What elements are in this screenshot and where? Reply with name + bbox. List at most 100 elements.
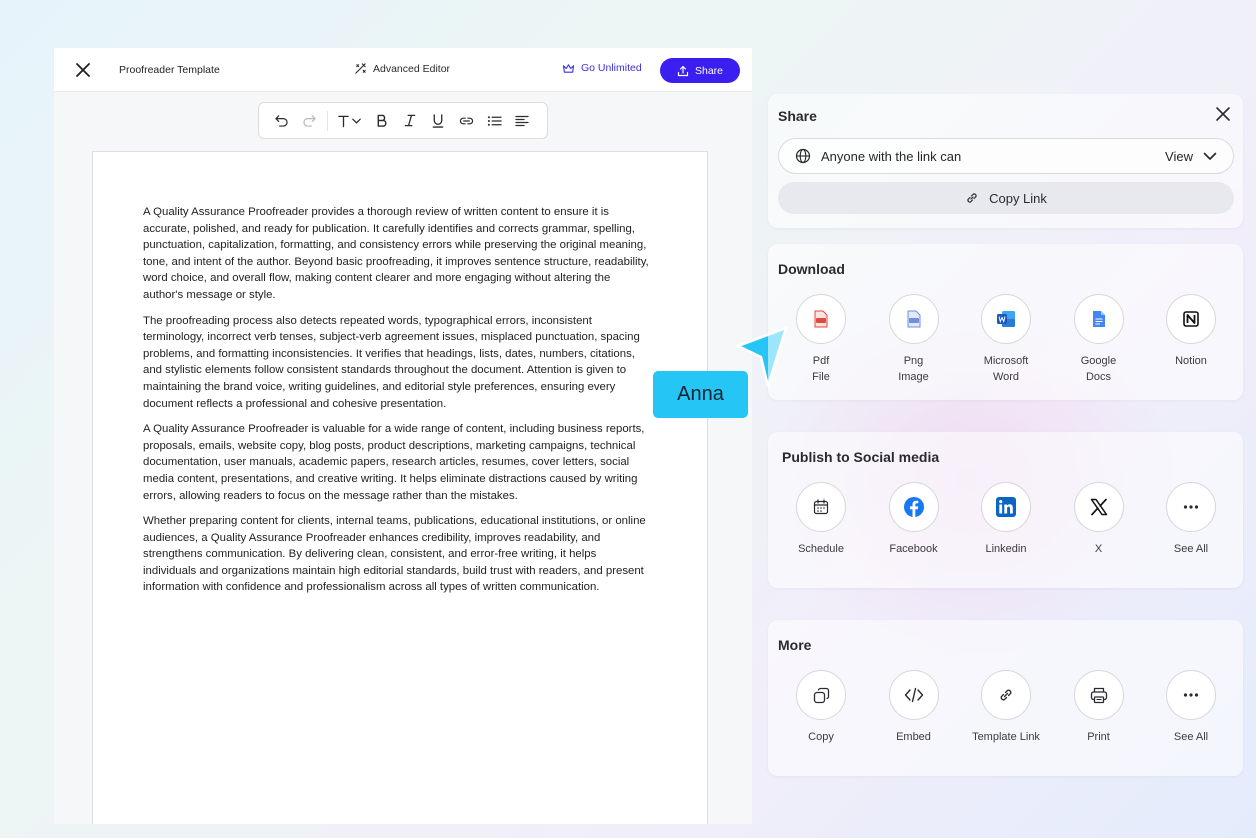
link-icon [459, 117, 473, 124]
bullet-list-icon [487, 115, 502, 126]
more-see-all-button[interactable]: See All [1166, 670, 1216, 745]
document-page[interactable]: A Quality Assurance Proofreader provides… [92, 151, 708, 824]
icon-circle [981, 482, 1031, 532]
bullet-list-button[interactable] [480, 109, 508, 133]
linkedin-icon [996, 497, 1016, 517]
collaborator-name: Anna [677, 383, 724, 405]
copy-link-button[interactable]: Copy Link [778, 182, 1234, 214]
italic-button[interactable] [396, 109, 424, 133]
editor-window: Proofreader Template Advanced Editor Go … [54, 48, 752, 824]
crown-icon [562, 63, 575, 73]
paragraph: A Quality Assurance Proofreader provides… [143, 206, 649, 301]
print-label: Print [1087, 731, 1110, 743]
copy-button[interactable]: Copy [796, 670, 846, 745]
pdf-file-icon [814, 310, 828, 328]
icon-circle [1073, 482, 1124, 532]
text-style-dropdown[interactable] [332, 109, 368, 133]
go-unlimited-label: Go Unlimited [581, 62, 642, 74]
link-access-label: Anyone with the link can [821, 148, 962, 164]
advanced-editor-button[interactable]: Advanced Editor [354, 62, 450, 75]
download-google-docs-button[interactable]: Google Docs [1073, 294, 1124, 385]
paragraph: A Quality Assurance Proofreader is valua… [143, 423, 645, 502]
link-access-value: View [1165, 148, 1193, 164]
icon-circle [1073, 294, 1124, 344]
close-icon[interactable] [74, 61, 92, 79]
more-see-all-label: See All [1173, 731, 1209, 743]
share-button-label: Share [694, 64, 724, 77]
link-icon [967, 193, 977, 203]
download-pdf-button[interactable]: Pdf File [796, 294, 846, 385]
toolbar-divider [327, 110, 328, 131]
more-panel: More Copy Embed Template Link Print See … [768, 620, 1243, 776]
download-notion-button[interactable]: Notion [1166, 294, 1216, 385]
icon-circle [1166, 294, 1216, 344]
microsoft-word-icon [997, 311, 1015, 327]
undo-button[interactable] [267, 109, 295, 133]
redo-icon [302, 115, 316, 127]
icon-circle [888, 670, 939, 720]
undo-icon [274, 115, 288, 127]
upload-icon [677, 65, 689, 76]
facebook-label: Facebook [889, 543, 938, 555]
document-body: A Quality Assurance Proofreader provides… [143, 204, 651, 605]
download-png-label: Png Image [898, 355, 929, 383]
linkedin-button[interactable]: Linkedin [981, 482, 1031, 557]
more-dots-icon [1183, 505, 1199, 509]
template-link-button[interactable]: Template Link [972, 670, 1040, 745]
download-png-button[interactable]: Png Image [888, 294, 939, 385]
share-button[interactable]: Share [660, 58, 740, 83]
social-see-all-button[interactable]: See All [1166, 482, 1216, 557]
download-options: Pdf File Png Image Microsoft Word Google… [796, 294, 1216, 385]
download-word-button[interactable]: Microsoft Word [981, 294, 1031, 385]
x-icon [1090, 498, 1107, 516]
share-panel-title: Share [778, 108, 817, 124]
redo-button[interactable] [295, 109, 323, 133]
bold-button[interactable] [368, 109, 396, 133]
document-title: Proofreader Template [119, 64, 220, 76]
icon-circle [981, 294, 1031, 344]
copy-icon [813, 687, 829, 703]
schedule-button[interactable]: Schedule [796, 482, 846, 557]
paragraph: The proofreading process also detects re… [143, 314, 640, 410]
embed-button[interactable]: Embed [888, 670, 939, 745]
embed-label: Embed [896, 731, 931, 743]
icon-circle [888, 294, 939, 344]
align-button[interactable] [508, 109, 536, 133]
globe-icon [795, 148, 811, 164]
social-options: Schedule Facebook Linkedin X See All [796, 482, 1216, 557]
notion-icon [1183, 311, 1199, 327]
close-icon[interactable] [1215, 106, 1231, 122]
icon-circle [796, 482, 846, 532]
magic-wand-icon [355, 63, 366, 74]
x-button[interactable]: X [1073, 482, 1124, 557]
facebook-button[interactable]: Facebook [888, 482, 939, 557]
align-left-icon [515, 115, 529, 126]
link-icon [1000, 689, 1012, 701]
schedule-label: Schedule [798, 543, 844, 555]
calendar-icon [813, 499, 829, 515]
copy-link-label: Copy Link [989, 190, 1047, 206]
link-access-select[interactable]: Anyone with the link can View [778, 138, 1234, 174]
more-dots-icon [1183, 693, 1199, 697]
icon-circle [981, 670, 1031, 720]
chevron-down-icon [1203, 152, 1217, 160]
download-pdf-label: Pdf File [812, 355, 830, 383]
download-google-docs-label: Google Docs [1080, 355, 1117, 383]
go-unlimited-button[interactable]: Go Unlimited [562, 62, 642, 74]
icon-circle [1073, 670, 1124, 720]
google-docs-icon [1092, 311, 1105, 327]
social-see-all-label: See All [1173, 543, 1209, 555]
png-image-icon [907, 310, 920, 328]
copy-label: Copy [808, 731, 834, 743]
social-panel: Publish to Social media Schedule Faceboo [768, 432, 1243, 588]
print-button[interactable]: Print [1073, 670, 1124, 745]
link-button[interactable] [452, 109, 480, 133]
facebook-icon [903, 497, 924, 517]
underline-button[interactable] [424, 109, 452, 133]
icon-circle [796, 294, 846, 344]
italic-icon [404, 114, 416, 127]
bold-icon [377, 114, 387, 127]
template-link-label: Template Link [972, 731, 1040, 743]
formatting-toolbar [258, 102, 548, 139]
collaborator-name-badge: Anna [653, 371, 748, 418]
